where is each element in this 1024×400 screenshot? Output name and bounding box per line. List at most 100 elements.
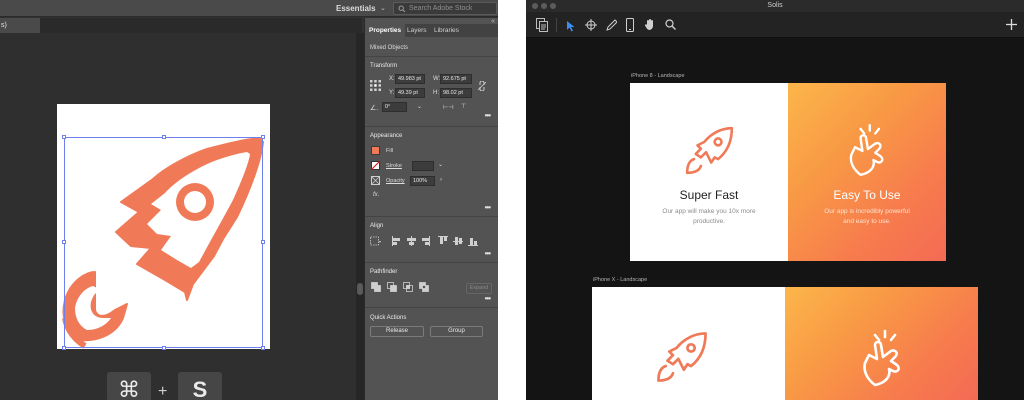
divider: [365, 126, 498, 127]
easy-to-use-subtitle-line-2: and easy to use.: [843, 218, 891, 225]
document-tab-label: s): [1, 22, 7, 29]
artboard-iphone-x[interactable]: [592, 287, 978, 400]
reference-point-icon[interactable]: [370, 80, 381, 91]
add-icon[interactable]: [1006, 19, 1017, 30]
panel-tabs: Properties Layers Libraries: [365, 24, 498, 37]
flip-horizontal-icon[interactable]: ⊢⊣: [443, 104, 453, 111]
pages-icon[interactable]: [536, 18, 548, 32]
release-button[interactable]: Release: [370, 326, 424, 337]
x-label: X:: [389, 76, 395, 82]
resize-handle-left[interactable]: [62, 240, 66, 244]
resize-handle-bottom-right[interactable]: [261, 346, 265, 350]
artboard-iphone-8[interactable]: Super Fast Our app will make you 10x mor…: [630, 83, 946, 261]
divider: [365, 216, 498, 217]
shortcut-key-s: S: [178, 372, 222, 400]
group-button[interactable]: Group: [430, 326, 483, 337]
rotate-icon: ∠.: [370, 105, 379, 112]
tab-libraries[interactable]: Libraries: [434, 24, 459, 37]
toolbar: [526, 12, 1024, 38]
stroke-swatch-icon[interactable]: [371, 161, 380, 170]
opacity-field[interactable]: 100%: [410, 176, 435, 186]
stock-search-placeholder: Search Adobe Stock: [409, 5, 473, 12]
x-field[interactable]: 49.983 pt: [395, 74, 425, 84]
select-tool-icon[interactable]: [566, 20, 576, 32]
y-field[interactable]: 49.39 pt: [395, 88, 425, 98]
properties-panel: « Properties Layers Libraries Mixed Obje…: [364, 18, 498, 400]
easy-to-use-subtitle-line-1: Our app is incredibly powerful: [824, 208, 910, 215]
rotate-angle-field[interactable]: 0°: [382, 102, 407, 112]
appearance-section-title: Appearance: [370, 133, 403, 139]
device-preview-icon[interactable]: [626, 18, 634, 32]
opacity-icon: [371, 176, 380, 185]
super-fast-subtitle-line-2: productive.: [693, 218, 725, 225]
expand-button[interactable]: Expand: [466, 283, 492, 294]
hand-gesture-icon: [849, 123, 884, 177]
super-fast-subtitle-line-1: Our app will make you 10x more: [662, 208, 756, 215]
tab-properties[interactable]: Properties: [365, 24, 406, 37]
illustrator-window: Essentials ⌄ Search Adobe Stock s) ⌘ + S…: [0, 0, 498, 400]
more-options-icon[interactable]: •••: [485, 249, 491, 258]
chevron-down-icon[interactable]: ⌄: [417, 103, 422, 110]
resize-handle-bottom[interactable]: [162, 346, 166, 350]
hand-tool-icon[interactable]: [644, 18, 656, 31]
h-label: H:: [433, 90, 439, 96]
opacity-label[interactable]: Opacity: [386, 178, 405, 184]
resize-handle-top-right[interactable]: [261, 135, 265, 139]
shortcut-plus: +: [158, 383, 168, 400]
shortcut-key-command: ⌘: [107, 372, 151, 400]
y-label: Y:: [389, 90, 395, 96]
pathfinder-buttons-row[interactable]: [371, 282, 433, 293]
constrain-proportions-icon[interactable]: [478, 81, 486, 91]
more-options-icon[interactable]: •••: [485, 203, 491, 212]
workspace-switcher[interactable]: Essentials: [336, 2, 376, 15]
pathfinder-section-title: Pathfinder: [370, 269, 398, 275]
document-tab-bar: s): [0, 18, 362, 33]
zoom-tool-icon[interactable]: [665, 19, 676, 30]
toolbar-separator: [556, 18, 557, 32]
resize-handle-top[interactable]: [162, 135, 166, 139]
easy-to-use-title: Easy To Use: [833, 188, 901, 202]
more-options-icon[interactable]: •••: [485, 294, 491, 303]
selection-type-label: Mixed Objects: [370, 45, 409, 51]
artboard-label[interactable]: iPhone X - Landscape: [593, 277, 647, 283]
divider: [365, 307, 498, 308]
flip-vertical-icon[interactable]: ⊤: [461, 103, 466, 110]
transform-section-title: Transform: [370, 63, 398, 69]
artboard-label[interactable]: iPhone 8 - Landscape: [631, 73, 685, 79]
rocket-icon: [657, 332, 707, 382]
divider: [365, 56, 498, 57]
crosshair-tool-icon[interactable]: [585, 19, 597, 31]
tab-layers[interactable]: Layers: [407, 24, 427, 37]
document-tab[interactable]: s): [0, 18, 40, 33]
stock-search-field[interactable]: Search Adobe Stock: [393, 2, 497, 15]
super-fast-title: Super Fast: [679, 188, 739, 202]
chevron-down-icon[interactable]: ⌄: [438, 161, 443, 168]
more-options-icon[interactable]: •••: [485, 111, 491, 120]
pen-tool-icon[interactable]: [605, 19, 617, 31]
chevron-right-icon[interactable]: ›: [440, 177, 442, 183]
resize-handle-top-left[interactable]: [62, 135, 66, 139]
stroke-weight-field[interactable]: [412, 161, 434, 171]
scrollbar-thumb[interactable]: [357, 283, 363, 295]
quick-actions-section-title: Quick Actions: [370, 315, 407, 321]
stroke-label[interactable]: Stroke: [386, 163, 402, 169]
search-icon: [398, 5, 406, 13]
selection-bounding-box[interactable]: [64, 137, 263, 348]
divider: [365, 262, 498, 263]
fx-icon[interactable]: fx.: [373, 192, 379, 198]
fill-swatch[interactable]: [371, 146, 380, 155]
resize-handle-bottom-left[interactable]: [62, 346, 66, 350]
window-title: Solis: [767, 2, 783, 9]
vertical-scrollbar[interactable]: [356, 33, 364, 400]
title-bar: Solis: [526, 0, 1024, 12]
h-field[interactable]: 98.02 pt: [440, 88, 472, 98]
design-app-window: Solis iPhone 8 - Landscape Super Fast Ou…: [526, 0, 1024, 400]
align-buttons-row[interactable]: [370, 235, 485, 247]
w-field[interactable]: 92.675 pt: [440, 74, 472, 84]
app-bar: Essentials ⌄ Search Adobe Stock: [0, 0, 498, 17]
align-section-title: Align: [370, 223, 384, 229]
rocket-icon: [685, 126, 734, 175]
fill-label: Fill: [386, 148, 394, 154]
resize-handle-right[interactable]: [261, 240, 265, 244]
chevron-down-icon[interactable]: ⌄: [380, 2, 386, 15]
